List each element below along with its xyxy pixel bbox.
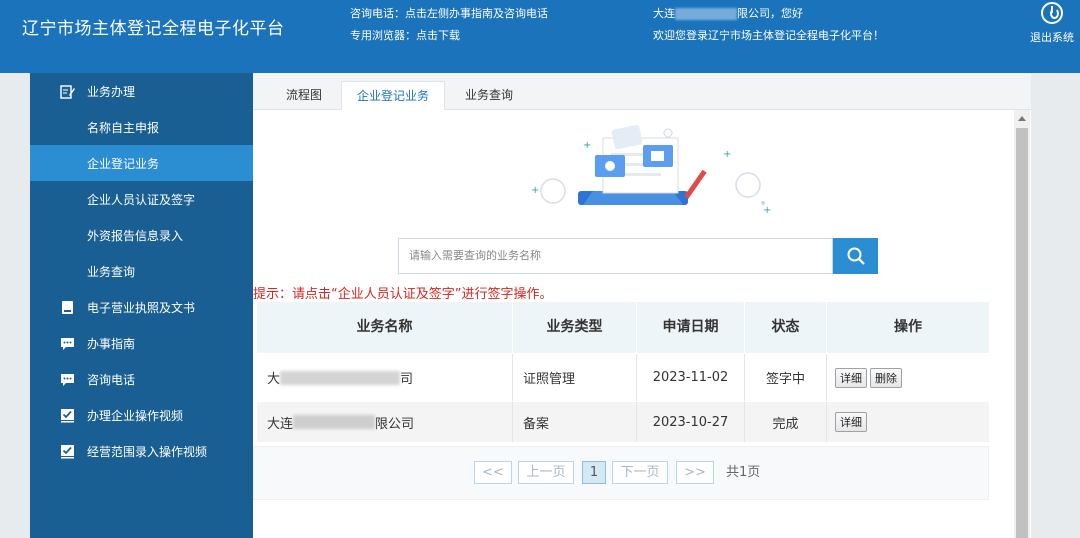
table-row: 大司 证照管理 2023-11-02 签字中 详细 删除: [257, 354, 989, 401]
detail-button[interactable]: 详细: [835, 412, 867, 432]
sidebar-item-hotline[interactable]: 咨询电话: [30, 361, 253, 397]
sidebar-item-name-declaration[interactable]: 名称自主申报: [30, 109, 253, 145]
sidebar-item-label: 办理企业操作视频: [87, 408, 184, 423]
sidebar: 业务办理 名称自主申报 企业登记业务 企业人员认证及签字 外资报告信息录入 业务…: [30, 73, 253, 538]
table-header: 业务名称 业务类型 申请日期 状态 操作: [257, 302, 989, 353]
sidebar-item-business-query[interactable]: 业务查询: [30, 253, 253, 289]
prev-page-button[interactable]: 上一页: [518, 461, 574, 484]
search-input[interactable]: 请输入需要查询的业务名称: [398, 238, 833, 274]
sidebar-item-label: 企业人员认证及签字: [87, 192, 196, 207]
name-prefix: 大连: [267, 416, 294, 432]
delete-button[interactable]: 删除: [870, 367, 902, 388]
search-icon: [847, 247, 865, 265]
edit-icon: [60, 84, 75, 99]
header-status: 状态: [745, 302, 827, 353]
cell-status: 签字中: [745, 354, 827, 401]
tab-business-query[interactable]: 业务查询: [451, 81, 527, 110]
sidebar-item-guide[interactable]: 办事指南: [30, 325, 253, 361]
sidebar-item-foreign-report[interactable]: 外资报告信息录入: [30, 217, 253, 253]
sidebar-item-label: 咨询电话: [87, 372, 136, 387]
platform-title: 辽宁市场主体登记全程电子化平台: [22, 19, 285, 39]
header-date: 申请日期: [637, 302, 745, 353]
sidebar-item-label: 办事指南: [87, 336, 136, 351]
cell-status: 完成: [745, 402, 827, 442]
scroll-up-arrow-icon[interactable]: [1018, 116, 1026, 121]
search-button[interactable]: [833, 238, 878, 274]
svg-text:+: +: [531, 185, 539, 196]
sidebar-item-label: 名称自主申报: [87, 120, 160, 135]
cell-actions: 详细: [827, 402, 989, 442]
welcome-prefix: 大连: [653, 7, 675, 20]
sidebar-item-business[interactable]: 业务办理: [30, 73, 253, 109]
browser-download-link[interactable]: 专用浏览器：点击下载: [350, 25, 548, 47]
tab-flowchart[interactable]: 流程图: [273, 81, 335, 110]
cell-date: 2023-11-02: [637, 354, 745, 401]
check-icon: [60, 444, 75, 459]
sidebar-item-label: 电子营业执照及文书: [87, 300, 196, 315]
header-info: 咨询电话：点击左侧办事指南及咨询电话 专用浏览器：点击下载: [350, 3, 548, 47]
next-page-button[interactable]: 下一页: [612, 461, 668, 484]
cell-type: 证照管理: [513, 354, 637, 401]
total-pages: 共1页: [726, 465, 761, 480]
cell-name: 大连 限公司: [257, 402, 513, 442]
tab-bar: 流程图 企业登记业务 业务查询: [253, 73, 1031, 110]
scrollbar-thumb[interactable]: [1016, 128, 1028, 538]
table-row: 大连 限公司 备案 2023-10-27 完成 详细: [257, 402, 989, 442]
logout-button[interactable]: 退出系统: [1024, 2, 1080, 45]
current-page-button[interactable]: 1: [582, 461, 606, 484]
vertical-scrollbar[interactable]: [1014, 110, 1030, 538]
book-icon: [60, 300, 75, 315]
logout-label: 退出系统: [1030, 31, 1074, 44]
cell-type: 备案: [513, 402, 637, 442]
last-page-button[interactable]: >>: [676, 461, 714, 484]
sidebar-item-personnel-auth[interactable]: 企业人员认证及签字: [30, 181, 253, 217]
main-content: 流程图 企业登记业务 业务查询 + + + + 请输入需要查询的业务名称 提示：…: [253, 73, 1031, 538]
first-page-button[interactable]: <<: [474, 461, 512, 484]
header-type: 业务类型: [513, 302, 637, 353]
name-prefix: 大: [267, 372, 281, 387]
welcome-suffix: 限公司，您好: [737, 7, 803, 20]
sidebar-item-label: 外资报告信息录入: [87, 228, 184, 243]
tab-enterprise-registration[interactable]: 企业登记业务: [341, 81, 445, 110]
sidebar-item-e-license[interactable]: 电子营业执照及文书: [30, 289, 253, 325]
sidebar-item-label: 经营范围录入操作视频: [87, 444, 208, 459]
top-header: 辽宁市场主体登记全程电子化平台 咨询电话：点击左侧办事指南及咨询电话 专用浏览器…: [0, 0, 1080, 73]
chat-icon: [60, 372, 75, 387]
cell-name: 大司: [257, 354, 513, 401]
sidebar-item-label: 业务办理: [87, 84, 136, 99]
svg-text:+: +: [763, 205, 771, 216]
signature-hint: 提示：请点击“企业人员认证及签字”进行签字操作。: [253, 287, 553, 302]
redacted-name: [293, 415, 376, 429]
redacted-company-name: [675, 8, 737, 20]
check-icon: [60, 408, 75, 423]
pagination: << 上一页 1 下一页 >> 共1页: [253, 446, 989, 500]
detail-button[interactable]: 详细: [835, 367, 867, 388]
redacted-name: [280, 370, 401, 385]
sidebar-item-enterprise-registration[interactable]: 企业登记业务: [30, 145, 253, 181]
sidebar-item-label: 企业登记业务: [87, 156, 160, 171]
hotline-link[interactable]: 咨询电话：点击左侧办事指南及咨询电话: [350, 3, 548, 25]
sidebar-item-label: 业务查询: [87, 264, 136, 279]
illustration-image: + + + +: [531, 124, 771, 216]
cell-date: 2023-10-27: [637, 402, 745, 442]
svg-text:+: +: [723, 149, 731, 160]
power-icon: [1041, 2, 1063, 24]
svg-text:+: +: [583, 140, 591, 151]
welcome-line2: 欢迎您登录辽宁市场主体登记全程电子化平台！: [653, 29, 884, 42]
header-name: 业务名称: [257, 302, 513, 353]
header-actions: 操作: [894, 319, 922, 335]
name-suffix: 限公司: [375, 416, 415, 432]
sidebar-item-scope-video[interactable]: 经营范围录入操作视频: [30, 433, 253, 469]
welcome-text: 大连 限公司，您好 欢迎您登录辽宁市场主体登记全程电子化平台！: [653, 3, 884, 47]
chat-icon: [60, 336, 75, 351]
name-suffix: 司: [400, 372, 414, 387]
sidebar-item-operation-video[interactable]: 办理企业操作视频: [30, 397, 253, 433]
cell-actions: 详细 删除: [827, 354, 989, 401]
